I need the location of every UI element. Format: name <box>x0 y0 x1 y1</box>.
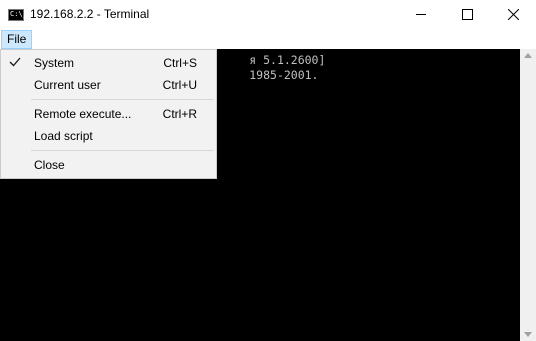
checkmark-icon <box>9 57 21 67</box>
menu-item-load-script[interactable]: Load script <box>1 125 216 147</box>
menu-item-close[interactable]: Close <box>1 154 216 176</box>
menu-item-current-user[interactable]: Current user Ctrl+U <box>1 74 216 96</box>
menu-separator <box>31 150 214 151</box>
vertical-scrollbar[interactable] <box>520 49 536 341</box>
menu-item-system[interactable]: System Ctrl+S <box>1 52 216 74</box>
menu-item-label: Remote execute... <box>34 107 132 121</box>
menu-item-shortcut: Ctrl+R <box>162 107 197 121</box>
scroll-up-arrow-icon[interactable] <box>524 53 532 58</box>
menu-item-label: Current user <box>34 78 101 92</box>
scroll-down-arrow-icon[interactable] <box>524 332 532 337</box>
app-icon-text: C:\_ <box>10 10 27 18</box>
menu-item-label: Load script <box>34 129 93 143</box>
menu-item-label: Close <box>34 158 65 172</box>
title-bar[interactable]: C:\_ 192.168.2.2 - Terminal <box>0 0 536 30</box>
menu-item-shortcut: Ctrl+S <box>163 56 197 70</box>
file-dropdown-menu: System Ctrl+S Current user Ctrl+U Remote… <box>0 49 217 179</box>
menu-item-label: System <box>34 56 75 70</box>
close-icon <box>508 9 519 20</box>
menu-item-remote-execute[interactable]: Remote execute... Ctrl+R <box>1 103 216 125</box>
menu-bar: File <box>0 30 536 49</box>
menu-separator <box>31 99 214 100</box>
file-menu[interactable]: File <box>1 30 33 49</box>
terminal-app-icon: C:\_ <box>8 9 27 21</box>
minimize-button[interactable] <box>398 0 444 30</box>
menu-item-shortcut: Ctrl+U <box>162 78 197 92</box>
window-title: 192.168.2.2 - Terminal <box>30 7 150 21</box>
close-button[interactable] <box>490 0 536 30</box>
maximize-button[interactable] <box>444 0 490 30</box>
